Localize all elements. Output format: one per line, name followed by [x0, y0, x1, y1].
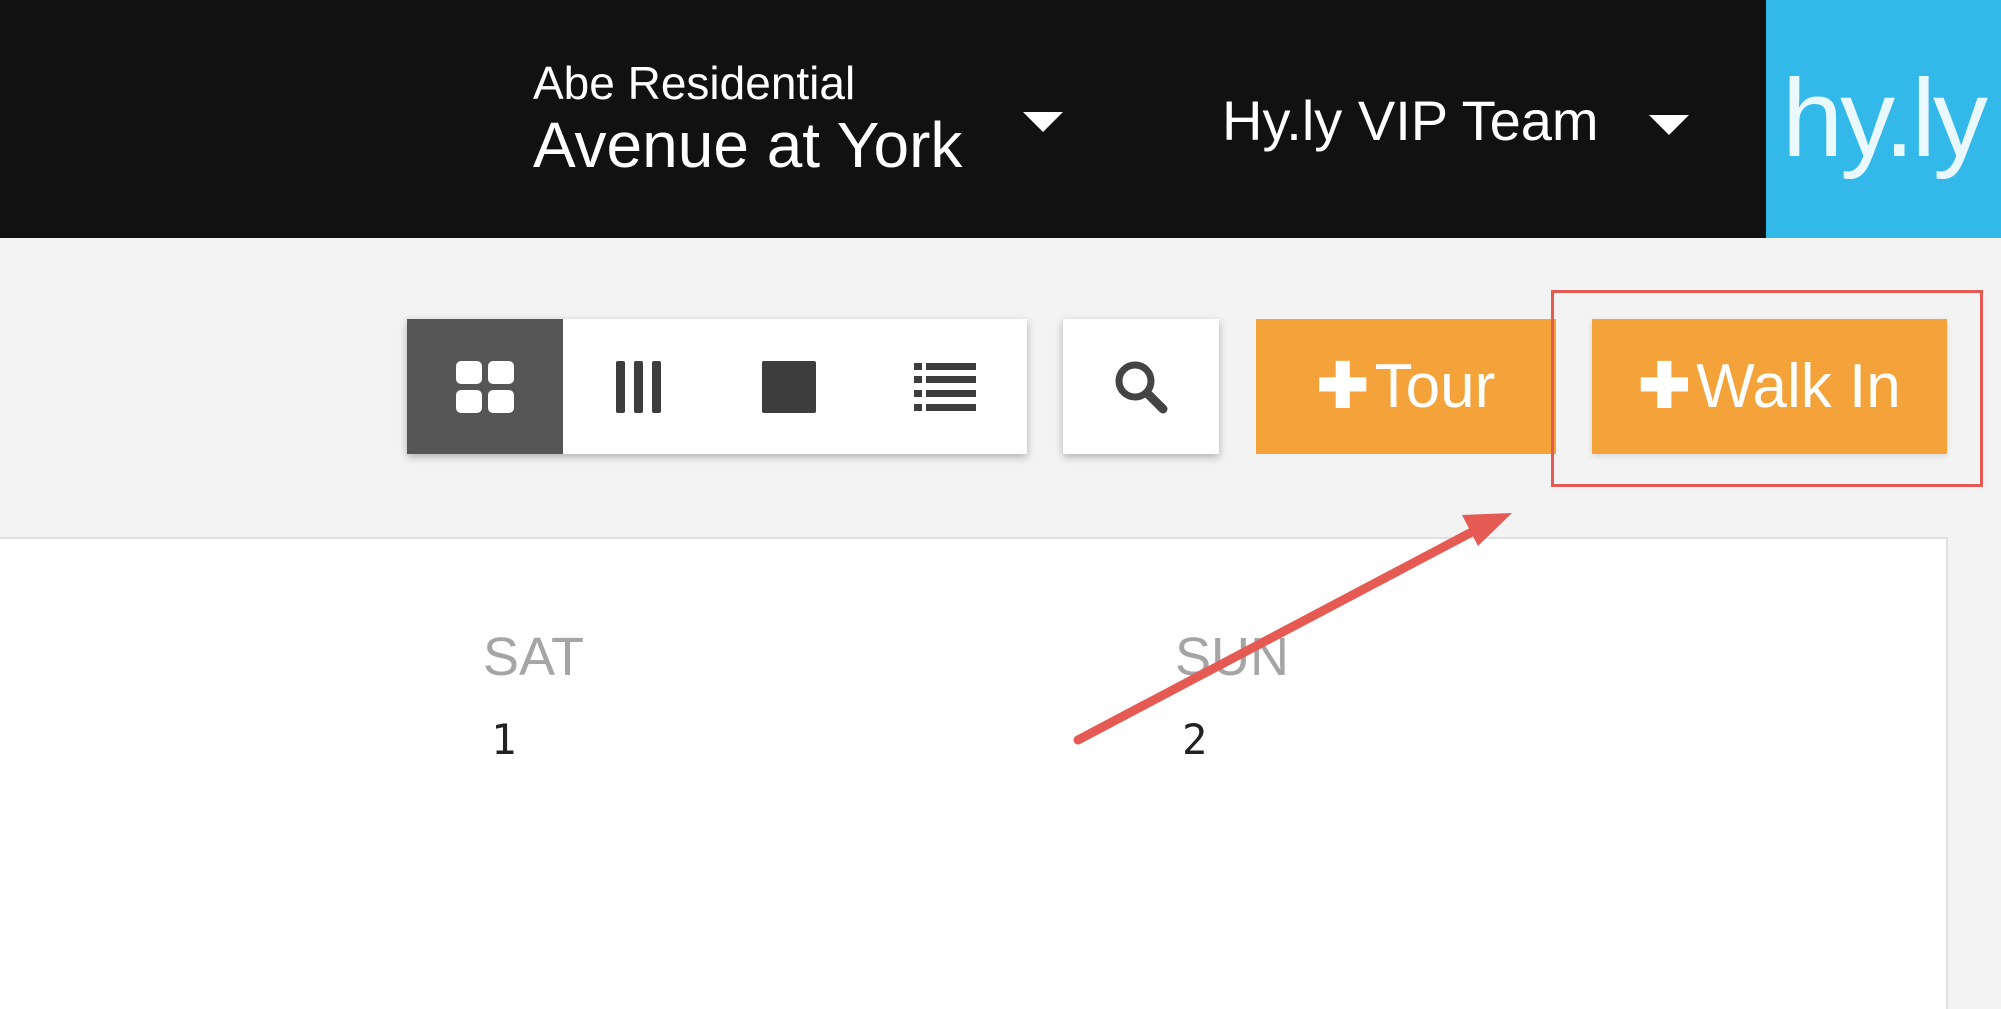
day-name-sat: SAT [483, 627, 585, 687]
annotation-highlight-box [1551, 290, 1983, 487]
top-bar: Abe Residential Avenue at York Hy.ly VIP… [0, 0, 2001, 238]
single-view-icon [762, 360, 816, 413]
columns-view-icon [616, 360, 661, 413]
grid-view-button[interactable] [407, 319, 563, 454]
add-tour-button[interactable]: ✚Tour [1256, 319, 1556, 454]
day-number-sun[interactable]: 2 [1182, 715, 1207, 765]
team-name: Hy.ly VIP Team [1222, 89, 1599, 152]
property-company: Abe Residential [533, 57, 856, 109]
search-icon [1115, 361, 1168, 413]
calendar-panel: SAT 1 SUN 2 [0, 537, 1948, 1009]
chevron-down-icon [1023, 112, 1063, 132]
grid-view-icon [456, 360, 514, 413]
columns-view-button[interactable] [563, 319, 715, 454]
hyly-logo[interactable]: hy.ly [1766, 0, 2001, 238]
team-selector[interactable]: Hy.ly VIP Team [1222, 86, 1692, 156]
chevron-down-icon [1649, 115, 1689, 135]
search-button[interactable] [1063, 319, 1219, 454]
single-view-button[interactable] [715, 319, 863, 454]
list-view-button[interactable] [863, 319, 1027, 454]
tour-label: Tour [1374, 352, 1496, 421]
property-name: Avenue at York [533, 109, 963, 181]
property-selector[interactable]: Abe Residential Avenue at York [533, 54, 1073, 184]
plus-icon: ✚ [1316, 352, 1369, 421]
day-number-sat[interactable]: 1 [491, 715, 516, 765]
view-toggle-group [407, 319, 1027, 454]
day-name-sun: SUN [1175, 627, 1290, 687]
list-view-icon [914, 362, 976, 411]
